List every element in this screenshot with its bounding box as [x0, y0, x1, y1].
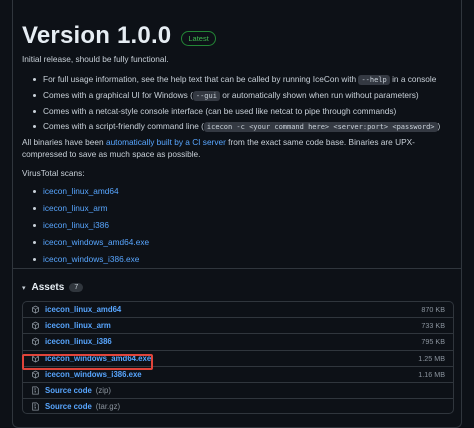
- package-icon: [31, 305, 40, 314]
- file-zip-icon: [31, 386, 40, 395]
- asset-format: (zip): [95, 386, 111, 396]
- assets-count-badge: 7: [69, 283, 84, 292]
- section-divider: [13, 268, 461, 269]
- asset-download-link[interactable]: icecon_linux_amd64: [45, 305, 121, 314]
- feature-item: For full usage information, see the help…: [33, 72, 440, 88]
- asset-row: icecon_linux_arm 733 KB: [22, 317, 454, 334]
- release-title[interactable]: Version 1.0.0: [22, 22, 171, 50]
- chevron-down-icon: ▾: [22, 284, 26, 292]
- package-icon: [31, 337, 40, 346]
- asset-download-link[interactable]: icecon_windows_i386.exe: [45, 370, 142, 379]
- virustotal-link[interactable]: icecon_linux_i386: [43, 220, 109, 230]
- virustotal-label: VirusTotal scans:: [22, 168, 85, 178]
- feature-item: Comes with a netcat-style console interf…: [33, 104, 440, 119]
- virustotal-link[interactable]: icecon_windows_amd64.exe: [43, 237, 149, 247]
- latest-badge: Latest: [181, 30, 216, 46]
- asset-size: 1.25 MB: [418, 353, 445, 363]
- asset-size: 795 KB: [421, 337, 445, 347]
- asset-row: Source code (zip): [22, 381, 454, 399]
- highlight-box: [22, 354, 153, 370]
- virustotal-link[interactable]: icecon_windows_i386.exe: [43, 254, 139, 264]
- package-icon: [31, 370, 40, 379]
- file-zip-icon: [31, 402, 40, 411]
- asset-download-link[interactable]: icecon_linux_arm: [45, 321, 111, 330]
- assets-toggle[interactable]: ▾ Assets 7: [22, 282, 84, 293]
- assets-title: Assets: [31, 282, 65, 293]
- asset-download-link[interactable]: icecon_linux_i386: [45, 337, 112, 346]
- feature-list: For full usage information, see the help…: [33, 72, 440, 135]
- virustotal-link[interactable]: icecon_linux_arm: [43, 203, 108, 213]
- binaries-note: All binaries have been automatically bui…: [22, 137, 415, 159]
- feature-item: Comes with a graphical UI for Windows (-…: [33, 88, 440, 104]
- asset-size: 733 KB: [421, 321, 445, 331]
- virustotal-links: icecon_linux_amd64 icecon_linux_arm icec…: [33, 183, 149, 268]
- asset-download-link[interactable]: Source code: [45, 386, 92, 395]
- feature-item: Comes with a script-friendly command lin…: [33, 119, 440, 135]
- asset-download-link[interactable]: Source code: [45, 402, 92, 411]
- asset-size: 870 KB: [421, 305, 445, 315]
- release-header: Version 1.0.0 Latest: [22, 22, 216, 50]
- ci-server-link[interactable]: automatically built by a CI server: [106, 137, 226, 147]
- release-intro: Initial release, should be fully functio…: [22, 54, 169, 64]
- asset-format: (tar.gz): [95, 401, 121, 411]
- asset-row: Source code (tar.gz): [22, 398, 454, 415]
- asset-row: icecon_linux_amd64 870 KB: [22, 301, 454, 318]
- asset-size: 1.16 MB: [418, 369, 445, 379]
- asset-row: icecon_linux_i386 795 KB: [22, 333, 454, 350]
- package-icon: [31, 321, 40, 330]
- virustotal-link[interactable]: icecon_linux_amd64: [43, 186, 119, 196]
